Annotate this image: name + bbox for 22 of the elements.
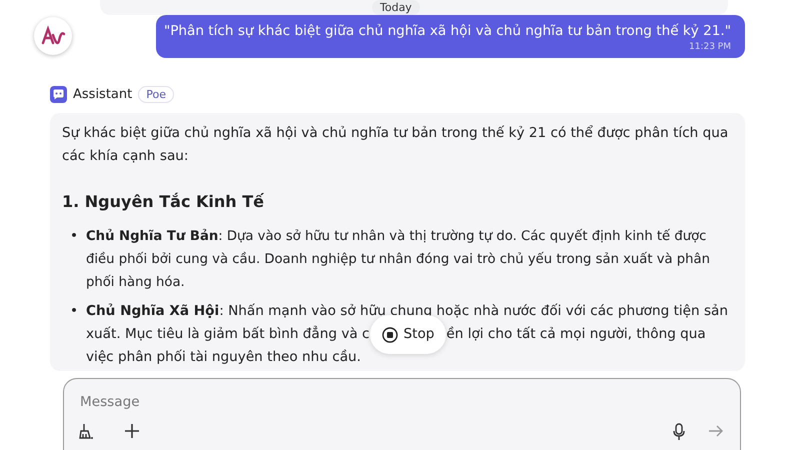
bullet-marker: • [70, 227, 80, 246]
bullet-marker: • [70, 302, 80, 321]
stop-button[interactable]: Stop [370, 315, 446, 354]
logo-icon [34, 17, 72, 55]
answer-paragraph: xuất. Mục tiêu là giảm bất bình đẳng và c [86, 324, 370, 344]
message-text: "Phân tích sự khác biệt giữa chủ nghĩa xã hội và chủ nghĩa tư bản trong thế kỷ 21." [164, 23, 731, 39]
bot-name: Assistant [73, 87, 132, 102]
answer-paragraph: Sự khác biệt giữa chủ nghĩa xã hội và chủ nghĩa tư bản trong thế kỷ 21 có thể được phân tích qua các khía cạnh sau: [62, 124, 730, 166]
microphone-icon[interactable] [672, 423, 686, 441]
send-arrow-icon[interactable] [708, 423, 724, 439]
broom-icon[interactable] [78, 423, 94, 441]
bot-badge: Poe [138, 86, 174, 103]
plus-icon[interactable] [124, 423, 140, 439]
message-time: 11:23 PM [689, 42, 731, 52]
answer-paragraph: việc phân phối tài nguyên theo nhu cầu. [86, 348, 361, 367]
answer-heading: 1. Nguyên Tắc Kinh Tế [62, 191, 266, 213]
answer-paragraph: Chủ Nghĩa Tư Bản: Dựa vào sở hữu tư nhân và thị trường tự do. Các quyết định kinh tế được điều phối bởi cung và cầu. Doanh nghiệp tư nhân đóng vai trò chủ yếu trong sản xuất và phân phối hàng hóa. [86, 228, 711, 292]
stop-icon [382, 326, 398, 342]
answer-paragraph: ền lợi cho tất cả mọi người, thông qua [446, 325, 706, 344]
date-divider: Today [372, 0, 420, 15]
chat-bubble-icon [50, 86, 67, 103]
message-input[interactable]: Message [78, 393, 582, 411]
